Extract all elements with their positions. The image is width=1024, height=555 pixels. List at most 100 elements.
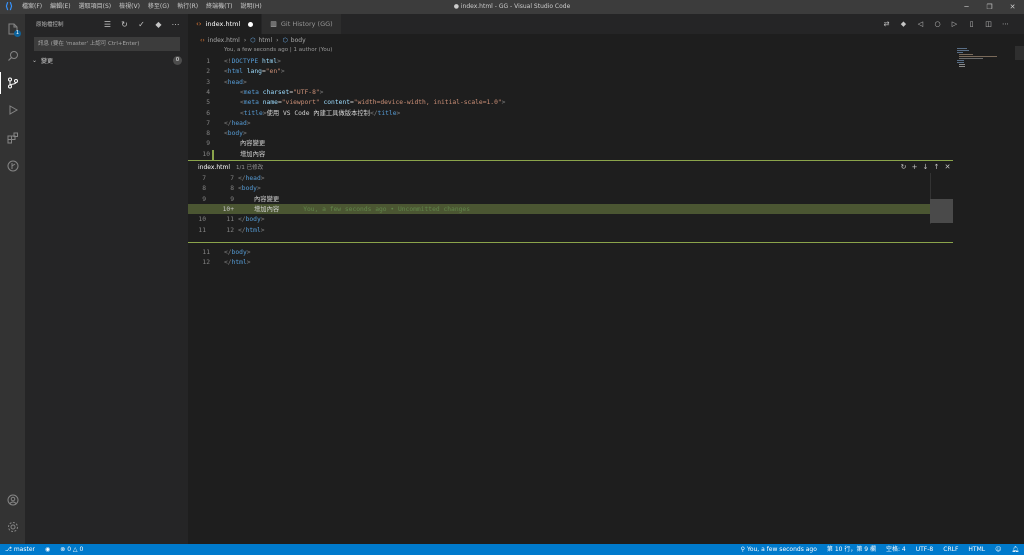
close-peek-icon[interactable]: ✕ [942,163,953,171]
code-token: body [245,216,261,224]
code-line[interactable]: </html> [224,258,251,268]
source-control-sidebar: 原始檔控制 ☰ ↻ ✓ ◆ ⋯ ⌄ 變更 0 [25,14,188,544]
unsaved-dot-icon[interactable] [248,21,254,27]
menu-item[interactable]: 執行(R) [173,0,202,14]
minimap[interactable] [953,46,1015,86]
sync-icon[interactable]: ◉ [40,544,55,555]
eol-setting[interactable]: CRLF [938,544,963,555]
code-token: charset [262,88,290,96]
open-file-icon[interactable]: ▯ [963,20,980,28]
code-token: body [241,185,257,193]
peek-scroll-thumb[interactable] [930,199,953,223]
feedback-icon[interactable]: ☺ [990,544,1006,555]
tab-git-history[interactable]: ▥ Git History (GG) [262,14,342,34]
manage-button[interactable] [0,516,25,538]
breadcrumb-item-html[interactable]: html [258,37,272,44]
code-line[interactable]: <html lang="en"> [224,67,285,77]
git-graph-button[interactable] [0,155,25,177]
code-line[interactable]: <meta name="viewport" content="width=dev… [240,98,505,108]
timeline-icon[interactable]: ○ [929,20,946,28]
git-history-icon [7,160,18,172]
source-control-button[interactable] [0,72,25,94]
code-token: body [231,249,247,256]
extensions-icon [7,132,18,144]
code-line[interactable]: <body> [238,184,261,194]
next-change-icon[interactable]: ▷ [946,20,963,28]
menu-item[interactable]: 編輯(E) [46,0,74,14]
commit-check-icon[interactable]: ✓ [133,20,150,29]
code-token: </ [238,216,246,224]
stage-change-icon[interactable]: + [909,163,920,171]
language-mode[interactable]: HTML [963,544,990,555]
code-line[interactable]: </body> [224,248,251,258]
code-token: > [242,78,247,86]
code-line[interactable]: </body> [238,215,265,225]
problems-indicator[interactable]: ⊗ 0 △ 0 [55,544,88,555]
blame-status[interactable]: ⚲ You, a few seconds ago [736,544,822,555]
code-line[interactable]: <head> [224,78,247,88]
code-line[interactable]: </head> [238,174,265,184]
code-line[interactable]: 內容變更 [240,139,265,149]
breadcrumb-item-body[interactable]: body [291,37,306,44]
previous-change-icon[interactable]: ◁ [912,20,929,28]
cursor-position[interactable]: 第 10 行，第 9 欄 [822,544,881,555]
menu-item[interactable]: 檔案(F) [18,0,46,14]
chevron-right-icon: › [243,36,247,44]
menu-item[interactable]: 說明(H) [236,0,265,14]
commit-message-input[interactable] [34,37,180,51]
explorer-button[interactable]: 1 [0,18,25,40]
vscode-logo-icon: ⟨⟩ [4,2,14,12]
extensions-button[interactable] [0,127,25,149]
encoding-setting[interactable]: UTF-8 [911,544,939,555]
code-line[interactable]: <meta charset="UTF-8"> [240,88,323,98]
added-line-gutter-marker[interactable] [212,149,214,160]
line-number: 9 [206,140,210,148]
menu-item[interactable]: 選取項目(S) [75,0,116,14]
codelens-blame[interactable]: You, a few seconds ago | 1 author (You) [224,47,332,53]
added-code-line[interactable]: 增加內容 You, a few seconds ago • Uncommitted… [254,205,470,215]
git-graph-editor-icon[interactable]: ◆ [895,20,912,28]
breadcrumb-item-file[interactable]: index.html [208,37,240,44]
split-editor-icon[interactable]: ◫ [980,20,997,28]
code-line[interactable]: 內容變更 [254,195,279,205]
more-actions-icon[interactable]: ⋯ [167,20,184,29]
menu-item[interactable]: 終端機(T) [202,0,236,14]
next-change-icon[interactable]: ↓ [920,163,931,171]
notifications-bell-icon[interactable]: 🔔︎ [1006,544,1024,555]
accounts-button[interactable] [0,489,25,511]
peek-diff-view[interactable]: 7 7 </head> 8 8 <body> 9 9 內容變更 10+ 增加內容 You, a few… [188,173,953,242]
code-line[interactable]: <title>使用 VS Code 內建工具做版本控制</title> [240,109,400,119]
revert-change-icon[interactable]: ↻ [898,163,909,171]
previous-change-icon[interactable]: ↑ [931,163,942,171]
code-token: DOCTYPE [231,58,259,65]
menu-item[interactable]: 移至(G) [144,0,173,14]
close-window-button[interactable]: ✕ [1001,0,1024,14]
maximize-button[interactable]: ❐ [978,0,1001,14]
git-graph-icon[interactable]: ◆ [150,20,167,29]
minimize-button[interactable]: ─ [955,0,978,14]
peek-header: index.html 1/1 已修改 ↻ + ↓ ↑ ✕ [188,161,953,173]
code-line[interactable]: </html> [238,226,265,236]
indentation-setting[interactable]: 空格: 4 [881,544,911,555]
changes-group[interactable]: ⌄ 變更 0 [25,54,188,66]
editor-scrollbar[interactable] [1015,46,1024,544]
chevron-right-icon: › [276,36,279,44]
code-token: > [280,68,285,76]
code-token: 增加內容 [240,150,266,158]
view-as-tree-icon[interactable]: ☰ [99,20,116,29]
menu-item[interactable]: 檢視(V) [115,0,144,14]
code-line[interactable]: <body> [224,129,247,139]
tab-index-html[interactable]: ‹› index.html [188,14,263,34]
branch-indicator[interactable]: ⎇ master [0,544,40,555]
open-changes-icon[interactable]: ⇄ [878,20,895,28]
code-token: </ [224,119,232,127]
editor-more-icon[interactable]: ⋯ [997,20,1014,28]
refresh-icon[interactable]: ↻ [116,20,133,29]
run-debug-button[interactable] [0,99,25,121]
code-line[interactable]: <!DOCTYPE html> [224,57,281,67]
search-button[interactable] [0,45,25,67]
code-line[interactable]: </head> [224,119,251,129]
gear-icon [7,522,18,532]
html-file-icon: ‹› [200,36,205,44]
code-line[interactable]: 增加內容 [240,150,265,160]
